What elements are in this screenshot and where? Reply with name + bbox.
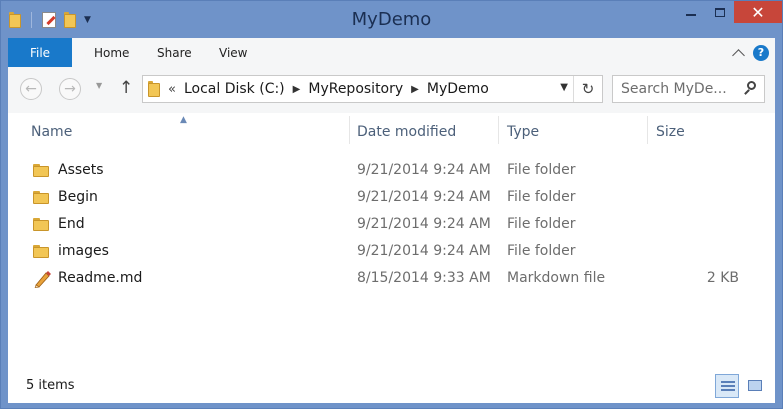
column-headers: ▲ Name Date modified Type Size bbox=[8, 113, 775, 147]
file-date: 9/21/2014 9:24 AM bbox=[357, 162, 491, 178]
status-bar: 5 items bbox=[8, 371, 775, 403]
window-title: MyDemo bbox=[351, 9, 432, 30]
file-size: 2 KB bbox=[706, 270, 739, 286]
large-icons-view-button[interactable] bbox=[743, 374, 767, 398]
search-icon[interactable] bbox=[747, 81, 756, 90]
file-date: 9/21/2014 9:24 AM bbox=[357, 189, 491, 205]
item-count: 5 items bbox=[26, 378, 75, 393]
maximize-button[interactable] bbox=[705, 1, 734, 23]
list-item[interactable]: End 9/21/2014 9:24 AM File folder bbox=[8, 211, 775, 238]
breadcrumb-myrepository[interactable]: MyRepository bbox=[308, 81, 403, 97]
ribbon-controls: ? bbox=[732, 45, 769, 62]
file-type: File folder bbox=[507, 216, 576, 232]
help-icon[interactable]: ? bbox=[753, 45, 769, 61]
explorer-window: ▼ MyDemo ✕ File Home Share View ? ← → ▼ … bbox=[0, 0, 783, 409]
recent-locations-dropdown-icon[interactable]: ▼ bbox=[96, 81, 102, 90]
details-view-button[interactable] bbox=[715, 374, 739, 398]
details-view-icon bbox=[721, 381, 735, 393]
ribbon-tabs: File Home Share View ? bbox=[8, 38, 775, 68]
maximize-icon bbox=[714, 7, 725, 17]
list-item[interactable]: Readme.md 8/15/2014 9:33 AM Markdown fil… bbox=[8, 265, 775, 292]
up-button[interactable]: ↑ bbox=[119, 78, 133, 98]
column-header-type[interactable]: Type bbox=[507, 113, 539, 147]
folder-icon bbox=[33, 245, 49, 258]
breadcrumb-local-disk[interactable]: Local Disk (C:) bbox=[184, 81, 285, 97]
file-name[interactable]: Assets bbox=[58, 157, 104, 184]
breadcrumb-mydemo[interactable]: MyDemo bbox=[427, 81, 489, 97]
address-bar[interactable]: « Local Disk (C:) ▶ MyRepository ▶ MyDem… bbox=[142, 75, 603, 103]
folder-icon bbox=[148, 81, 160, 97]
forward-button[interactable]: → bbox=[59, 78, 81, 100]
breadcrumb-chevron-icon[interactable]: ▶ bbox=[293, 84, 301, 95]
list-item[interactable]: Assets 9/21/2014 9:24 AM File folder bbox=[8, 157, 775, 184]
file-date: 9/21/2014 9:24 AM bbox=[357, 216, 491, 232]
folder-icon bbox=[33, 191, 49, 204]
tab-file[interactable]: File bbox=[8, 38, 72, 67]
navigation-bar: ← → ▼ ↑ « Local Disk (C:) ▶ MyRepository… bbox=[8, 67, 775, 114]
file-date: 9/21/2014 9:24 AM bbox=[357, 243, 491, 259]
file-name[interactable]: images bbox=[58, 238, 109, 265]
minimize-icon bbox=[685, 14, 696, 16]
sort-ascending-icon: ▲ bbox=[180, 115, 187, 125]
folder-icon bbox=[33, 164, 49, 177]
breadcrumb-chevron-icon[interactable]: ▶ bbox=[411, 84, 419, 95]
tab-home[interactable]: Home bbox=[94, 38, 129, 67]
column-divider[interactable] bbox=[647, 116, 648, 144]
back-button[interactable]: ← bbox=[20, 78, 42, 100]
file-type: File folder bbox=[507, 162, 576, 178]
tab-view[interactable]: View bbox=[219, 38, 247, 67]
column-divider[interactable] bbox=[498, 116, 499, 144]
list-item[interactable]: images 9/21/2014 9:24 AM File folder bbox=[8, 238, 775, 265]
close-button[interactable]: ✕ bbox=[734, 1, 782, 23]
refresh-button[interactable]: ↻ bbox=[573, 76, 602, 102]
window-controls: ✕ bbox=[676, 1, 782, 23]
search-input[interactable]: Search MyDe... bbox=[612, 75, 765, 103]
column-header-size[interactable]: Size bbox=[656, 113, 685, 147]
address-dropdown-icon[interactable]: ▼ bbox=[560, 82, 568, 93]
title-bar: ▼ MyDemo ✕ bbox=[1, 1, 782, 38]
tab-share[interactable]: Share bbox=[157, 38, 192, 67]
minimize-button[interactable] bbox=[676, 1, 705, 23]
file-list: ▲ Name Date modified Type Size Assets 9/… bbox=[8, 113, 775, 371]
folder-icon bbox=[33, 218, 49, 231]
column-header-date-modified[interactable]: Date modified bbox=[357, 113, 456, 147]
large-icons-view-icon bbox=[748, 380, 762, 391]
file-name[interactable]: Begin bbox=[58, 184, 98, 211]
file-type: File folder bbox=[507, 243, 576, 259]
file-name[interactable]: End bbox=[58, 211, 85, 238]
file-type: File folder bbox=[507, 189, 576, 205]
column-header-name[interactable]: Name bbox=[31, 113, 72, 147]
search-placeholder: Search MyDe... bbox=[621, 81, 727, 97]
breadcrumb-overflow-icon[interactable]: « bbox=[168, 82, 176, 97]
list-item[interactable]: Begin 9/21/2014 9:24 AM File folder bbox=[8, 184, 775, 211]
collapse-ribbon-chevron-icon[interactable] bbox=[732, 49, 745, 62]
close-icon: ✕ bbox=[751, 2, 765, 22]
column-divider[interactable] bbox=[349, 116, 350, 144]
